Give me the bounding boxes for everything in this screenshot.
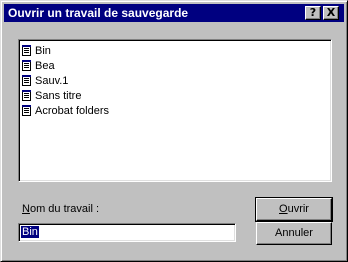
job-name-field[interactable]: Bin [18,223,236,242]
document-icon [22,105,31,116]
title-bar: Ouvrir un travail de sauvegarde ? X [4,4,344,22]
help-button[interactable]: ? [305,6,321,20]
list-item-label: Acrobat folders [35,104,109,117]
document-icon [22,45,31,56]
job-name-label-text: om du travail : [29,203,100,215]
list-item[interactable]: Acrobat folders [22,103,331,118]
close-button[interactable]: X [323,6,339,20]
job-name-label: Nom du travail : [22,203,99,215]
open-button[interactable]: Ouvrir [255,197,333,222]
open-backup-dialog: Ouvrir un travail de sauvegarde ? X Bin … [0,0,348,262]
job-name-label-mnemonic: N [22,203,30,215]
document-icon [22,75,31,86]
list-item[interactable]: Bea [22,58,331,73]
open-button-label: uvrir [287,203,309,215]
list-item[interactable]: Sauv.1 [22,73,331,88]
list-item-label: Bin [35,44,51,57]
open-button-mnemonic: O [279,203,288,215]
job-name-value: Bin [21,226,39,238]
list-item-label: Bea [35,59,55,72]
document-icon [22,60,31,71]
window-title: Ouvrir un travail de sauvegarde [8,6,189,20]
list-item-label: Sans titre [35,89,82,102]
job-list[interactable]: Bin Bea Sauv.1 Sans titre Acrobat folder… [18,39,332,182]
cancel-button[interactable]: Annuler [256,222,332,245]
list-item[interactable]: Bin [22,43,331,58]
list-item[interactable]: Sans titre [22,88,331,103]
list-item-label: Sauv.1 [35,74,69,87]
document-icon [22,90,31,101]
